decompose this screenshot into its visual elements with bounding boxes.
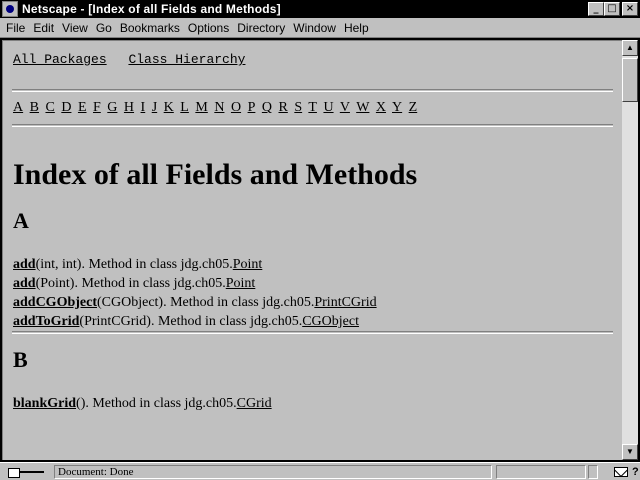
window-controls: _ □ × (588, 2, 638, 16)
window-title: Netscape - [Index of all Fields and Meth… (22, 2, 281, 16)
menu-view[interactable]: View (58, 21, 92, 35)
letter-link-e[interactable]: E (78, 100, 87, 115)
index-entry: addCGObject(CGObject). Method in class j… (13, 293, 612, 312)
all-packages-link[interactable]: All Packages (13, 52, 107, 67)
menu-options[interactable]: Options (184, 21, 233, 35)
letter-link-f[interactable]: F (93, 100, 101, 115)
index-entry: addToGrid(PrintCGrid). Method in class j… (13, 312, 612, 331)
letter-link-z[interactable]: Z (409, 100, 418, 115)
document-view: All Packages Class Hierarchy A B C D E F… (2, 40, 622, 460)
letter-link-a[interactable]: A (13, 100, 23, 115)
menu-directory[interactable]: Directory (233, 21, 289, 35)
method-link[interactable]: addToGrid (13, 314, 79, 329)
menu-edit[interactable]: Edit (29, 21, 58, 35)
maximize-button[interactable]: □ (604, 2, 620, 16)
letter-link-o[interactable]: O (231, 100, 241, 115)
menu-file[interactable]: File (2, 21, 29, 35)
method-link[interactable]: blankGrid (13, 396, 76, 411)
index-entry: blankGrid(). Method in class jdg.ch05.CG… (13, 394, 612, 413)
scroll-thumb[interactable] (622, 58, 638, 102)
letter-link-t[interactable]: T (308, 100, 317, 115)
letter-link-r[interactable]: R (278, 100, 287, 115)
menu-window[interactable]: Window (289, 21, 340, 35)
title-bar: Netscape - [Index of all Fields and Meth… (0, 0, 640, 18)
letter-link-w[interactable]: W (356, 100, 369, 115)
class-link[interactable]: Point (233, 257, 263, 272)
close-button[interactable]: × (622, 2, 638, 16)
key-icon[interactable] (6, 465, 50, 479)
class-link[interactable]: CGrid (237, 396, 272, 411)
menu-bar: File Edit View Go Bookmarks Options Dire… (0, 18, 640, 38)
mail-icon[interactable] (614, 466, 628, 477)
status-text: Document: Done (54, 464, 492, 479)
method-signature: (PrintCGrid). Method in class jdg.ch05. (79, 314, 303, 329)
method-signature: (int, int). Method in class jdg.ch05. (35, 257, 233, 272)
alphabet-index: A B C D E F G H I J K L M N O P Q R S T … (13, 92, 612, 124)
method-link[interactable]: add (13, 257, 36, 272)
section-heading-a: A (13, 208, 29, 233)
status-bar: Document: Done ? (0, 462, 640, 480)
class-link[interactable]: PrintCGrid (314, 295, 376, 310)
letter-link-h[interactable]: H (124, 100, 134, 115)
menu-go[interactable]: Go (92, 21, 116, 35)
divider (12, 124, 613, 127)
section-heading-b: B (13, 347, 28, 372)
letter-link-s[interactable]: S (294, 100, 302, 115)
index-entry: add(int, int). Method in class jdg.ch05.… (13, 255, 612, 274)
letter-link-u[interactable]: U (323, 100, 333, 115)
letter-link-x[interactable]: X (376, 100, 386, 115)
letter-link-q[interactable]: Q (262, 100, 272, 115)
class-hierarchy-link[interactable]: Class Hierarchy (128, 52, 245, 67)
method-link[interactable]: add (13, 276, 36, 291)
letter-link-l[interactable]: L (180, 100, 189, 115)
letter-link-g[interactable]: G (107, 100, 117, 115)
letter-link-v[interactable]: V (340, 100, 350, 115)
index-entry: add(Point). Method in class jdg.ch05.Poi… (13, 274, 612, 293)
class-link[interactable]: CGObject (302, 314, 359, 329)
page-title: Index of all Fields and Methods (13, 158, 418, 191)
progress-panel (496, 464, 586, 479)
letter-link-b[interactable]: B (30, 100, 39, 115)
letter-link-y[interactable]: Y (392, 100, 402, 115)
vertical-scrollbar[interactable]: ▲ ▼ (622, 40, 638, 460)
top-nav: All Packages Class Hierarchy (13, 52, 612, 67)
letter-link-m[interactable]: M (195, 100, 207, 115)
method-signature: (Point). Method in class jdg.ch05. (35, 276, 226, 291)
letter-link-i[interactable]: I (141, 100, 146, 115)
method-signature: (CGObject). Method in class jdg.ch05. (97, 295, 315, 310)
letter-link-c[interactable]: C (45, 100, 54, 115)
method-link[interactable]: addCGObject (13, 295, 97, 310)
scroll-up-button[interactable]: ▲ (622, 40, 638, 56)
letter-link-p[interactable]: P (248, 100, 256, 115)
menu-bookmarks[interactable]: Bookmarks (116, 21, 184, 35)
question-icon[interactable]: ? (632, 466, 639, 478)
letter-link-j[interactable]: J (152, 100, 157, 115)
menu-help[interactable]: Help (340, 21, 373, 35)
letter-link-d[interactable]: D (61, 100, 71, 115)
method-signature: (). Method in class jdg.ch05. (76, 396, 237, 411)
class-link[interactable]: Point (226, 276, 256, 291)
status-panel (588, 464, 598, 479)
netscape-icon[interactable] (2, 1, 18, 17)
minimize-button[interactable]: _ (588, 2, 604, 16)
letter-link-k[interactable]: K (164, 100, 174, 115)
scroll-down-button[interactable]: ▼ (622, 444, 638, 460)
divider (12, 331, 613, 334)
letter-link-n[interactable]: N (214, 100, 224, 115)
